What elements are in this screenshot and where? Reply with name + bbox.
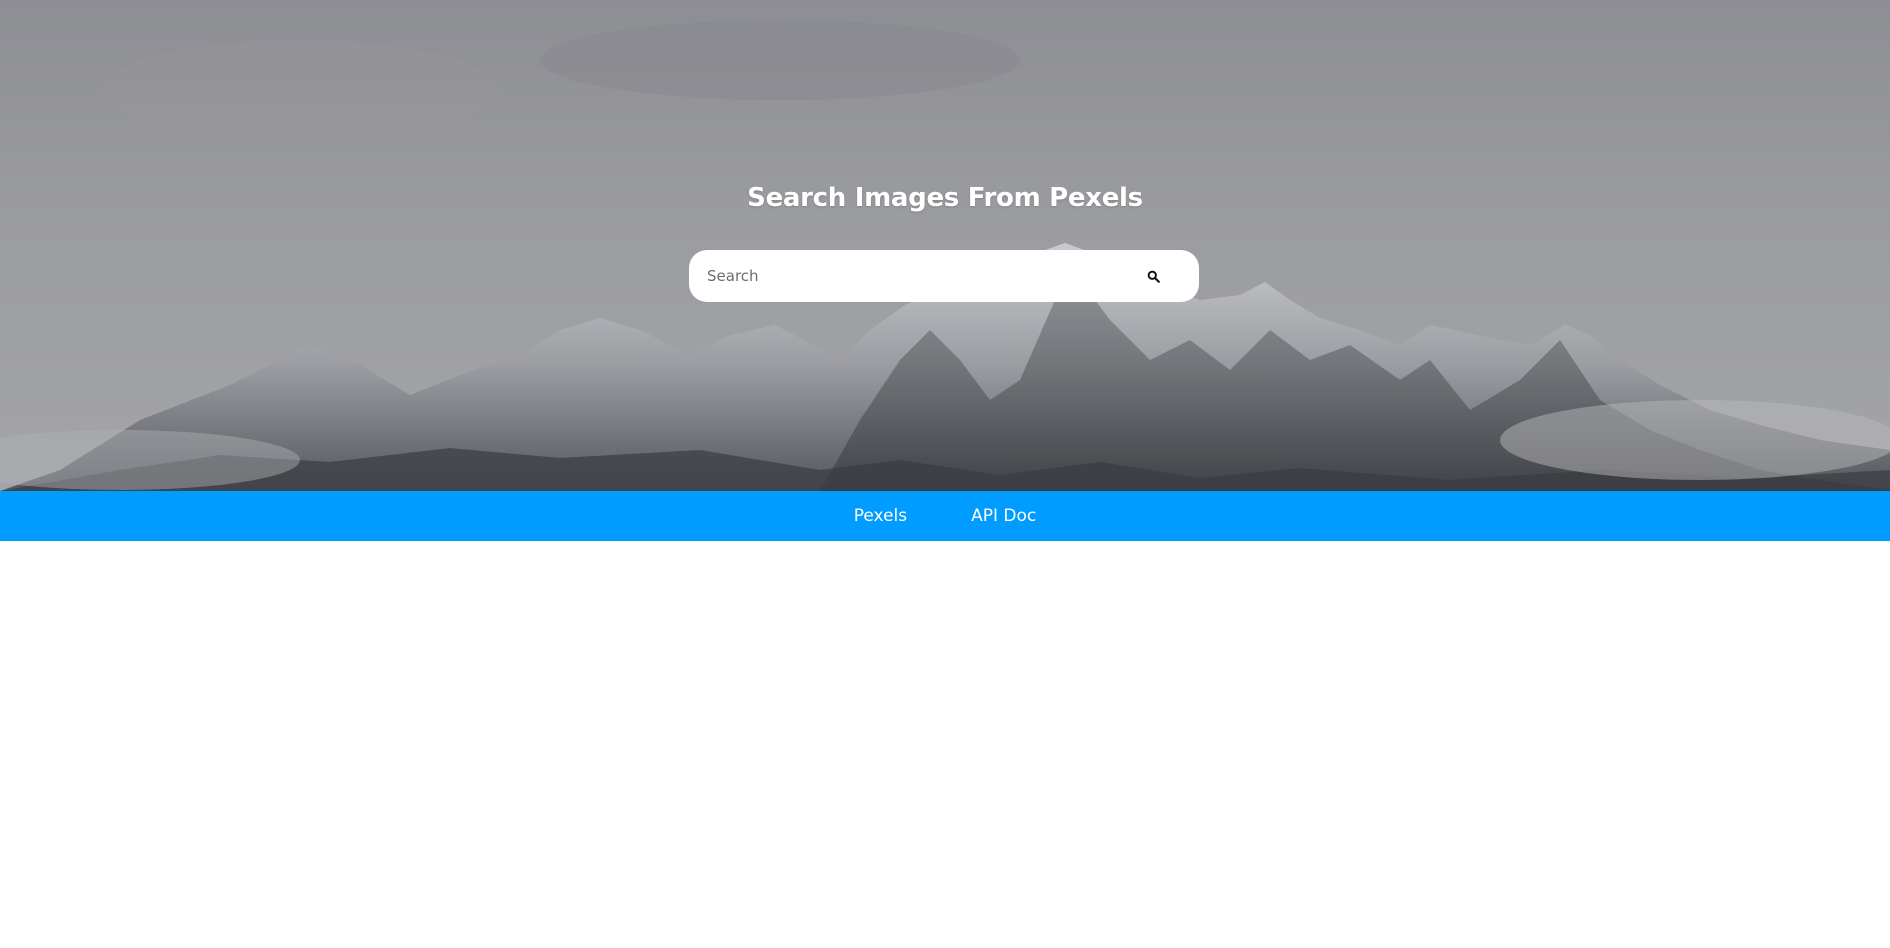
hero-banner: Search Images From Pexels <box>0 0 1890 491</box>
mountain-background-image <box>0 0 1890 491</box>
search-button[interactable] <box>1135 258 1171 294</box>
results-area <box>0 541 1890 948</box>
search-icon <box>1147 270 1160 283</box>
search-input[interactable] <box>705 250 1135 302</box>
nav-link-api-doc[interactable]: API Doc <box>971 506 1036 526</box>
search-bar <box>689 250 1199 302</box>
page-title: Search Images From Pexels <box>747 183 1143 213</box>
top-navbar: Pexels API Doc <box>0 491 1890 541</box>
nav-link-pexels[interactable]: Pexels <box>854 506 907 526</box>
